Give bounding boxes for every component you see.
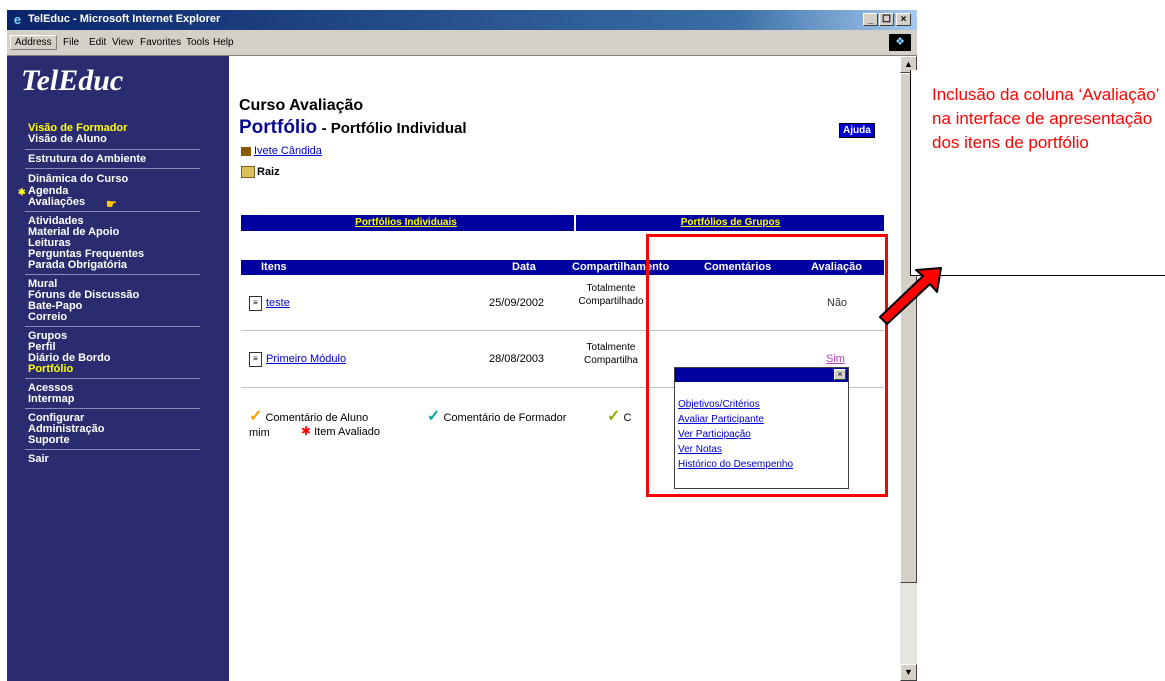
menu-file[interactable]: File: [63, 37, 79, 48]
menu-bar: Address File Edit View Favorites Tools H…: [7, 31, 917, 56]
close-button[interactable]: ×: [896, 13, 911, 26]
teleduc-logo: TelEduc: [21, 64, 124, 97]
user-link[interactable]: Ivete Cândida: [254, 145, 322, 157]
legend-mim: mim: [249, 427, 270, 439]
sidebar-divider: [25, 449, 200, 450]
green-check-icon: ✓: [607, 408, 621, 425]
sidebar-item-visao-aluno[interactable]: Visão de Aluno: [28, 134, 107, 145]
sidebar-divider: [25, 211, 200, 212]
folder-icon: [241, 166, 255, 179]
title-bar: e TelEduc - Microsoft Internet Explorer …: [7, 10, 917, 30]
column-header-data: Data: [512, 261, 536, 273]
maximize-button[interactable]: ☐: [879, 13, 894, 26]
tab-group-portfolios[interactable]: Portfólios de Grupos: [577, 217, 884, 228]
sidebar-item-dinamica[interactable]: Dinâmica do Curso: [28, 174, 128, 185]
legend-student-comment: ✓ Comentário de Aluno: [249, 408, 369, 425]
teal-check-icon: ✓: [427, 408, 441, 425]
sidebar-divider: [25, 168, 200, 169]
window-title: TelEduc - Microsoft Internet Explorer: [28, 13, 221, 25]
scroll-down-icon[interactable]: ▼: [900, 664, 917, 681]
user-row: Ivete Cândida: [241, 145, 322, 157]
item-link-primeiro-modulo[interactable]: Primeiro Módulo: [266, 353, 346, 365]
root-folder[interactable]: Raiz: [241, 166, 280, 179]
portfolio-tabs: Portfólios Individuais Portfólios de Gru…: [241, 215, 884, 231]
menu-view[interactable]: View: [112, 37, 134, 48]
star-icon: ✱: [18, 187, 26, 197]
sidebar-item-estrutura[interactable]: Estrutura do Ambiente: [28, 154, 146, 165]
sidebar-item-avaliacoes[interactable]: Avaliações: [28, 197, 85, 208]
page-title: Portfólio - Portfólio Individual: [239, 117, 467, 139]
sidebar-divider: [25, 149, 200, 150]
sidebar-item-portfolio[interactable]: Portfólio: [28, 364, 73, 375]
legend-evaluated-item: ✱ Item Avaliado: [301, 424, 380, 438]
highlight-box: [646, 234, 888, 497]
document-icon: ≡: [249, 352, 262, 367]
document-icon: ≡: [249, 296, 262, 311]
sidebar-divider: [25, 408, 200, 409]
sidebar-item-sair[interactable]: Sair: [28, 454, 49, 465]
course-title: Curso Avaliação: [239, 97, 364, 114]
section-title: Portfólio: [239, 117, 318, 138]
column-header-itens: Itens: [261, 261, 287, 273]
root-label: Raiz: [257, 166, 280, 178]
sidebar-item-suporte[interactable]: Suporte: [28, 435, 70, 446]
evaluated-marker-icon: ✱: [301, 424, 312, 438]
windows-logo-icon: ❖: [889, 34, 911, 51]
pointing-hand-icon: ☛: [106, 197, 117, 211]
orange-check-icon: ✓: [249, 408, 263, 425]
sidebar-divider: [25, 326, 200, 327]
menu-edit[interactable]: Edit: [89, 37, 106, 48]
menu-tools[interactable]: Tools: [186, 37, 209, 48]
legend-teacher-comment: ✓ Comentário de Formador: [427, 408, 567, 425]
legend-other-comment: ✓ C: [607, 408, 632, 425]
menu-help[interactable]: Help: [213, 37, 234, 48]
annotation-note: Inclusão da coluna ‘Avaliação’ na interf…: [910, 70, 1165, 276]
sidebar-item-intermap[interactable]: Intermap: [28, 394, 74, 405]
briefcase-icon: [241, 146, 251, 156]
sidebar: TelEduc Visão de Formador Visão de Aluno…: [7, 56, 229, 681]
sidebar-divider: [25, 274, 200, 275]
section-subtitle: - Portfólio Individual: [321, 120, 467, 137]
tab-separator: [574, 215, 576, 231]
arrow-icon: [879, 267, 942, 325]
minimize-button[interactable]: _: [863, 13, 878, 26]
address-button[interactable]: Address: [10, 35, 57, 50]
item-link-teste[interactable]: teste: [266, 297, 290, 309]
tab-individual-portfolios[interactable]: Portfólios Individuais: [241, 217, 571, 228]
sidebar-item-parada[interactable]: Parada Obrigatória: [28, 260, 127, 271]
row-date: 25/09/2002: [489, 297, 545, 309]
ie-logo-icon: e: [13, 12, 22, 27]
row-date: 28/08/2003: [489, 353, 545, 365]
menu-favorites[interactable]: Favorites: [140, 37, 181, 48]
annotation-text: Inclusão da coluna ‘Avaliação’ na interf…: [932, 85, 1159, 152]
sidebar-item-correio[interactable]: Correio: [28, 312, 67, 323]
sidebar-divider: [25, 378, 200, 379]
help-button[interactable]: Ajuda: [839, 123, 875, 138]
